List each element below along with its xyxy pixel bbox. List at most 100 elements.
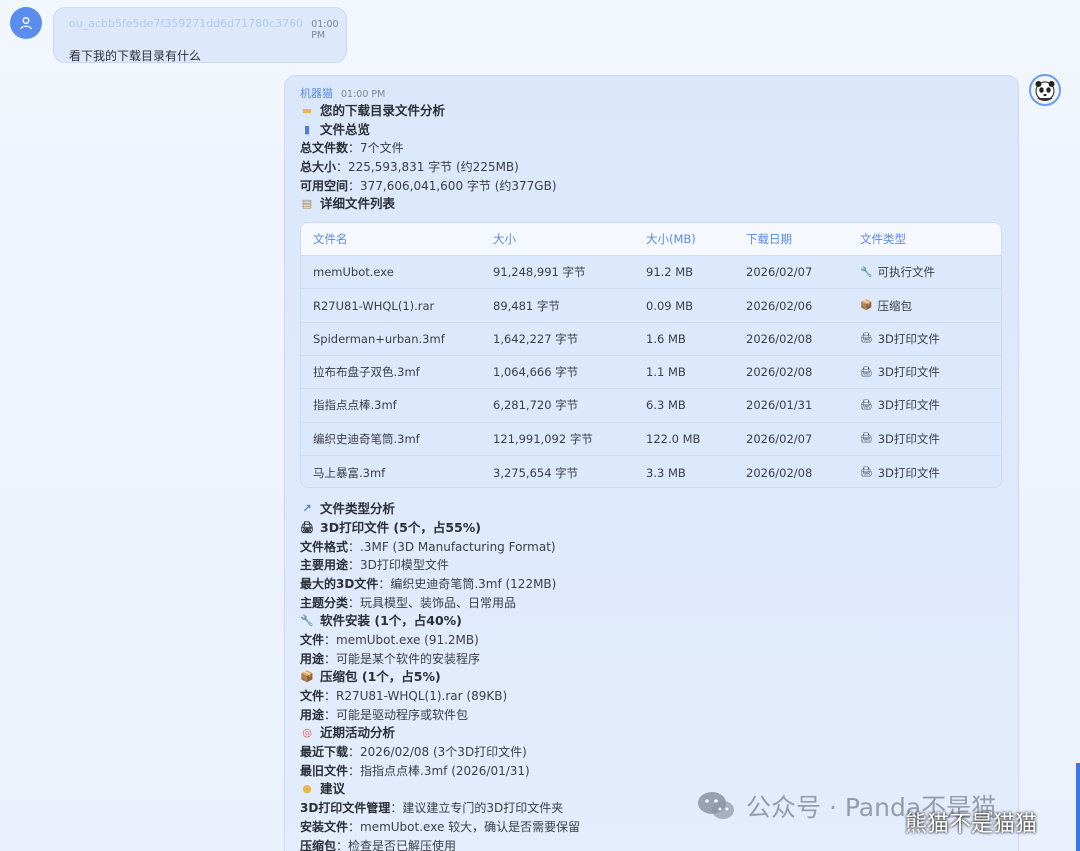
cell-size-mb: 0.09 MB [646,298,694,313]
cell-type: 🖨 3D打印文件 [860,465,940,480]
cell-date: 2026/02/07 [746,431,813,446]
cell-filename: 指指点点棒.3mf [313,398,397,413]
table-row: R27U81-WHQL(1).rar 89,481 字节 0.09 MB 202… [301,289,1001,323]
table-row: memUbot.exe 91,248,991 字节 91.2 MB 2026/0… [301,256,1001,290]
cell-type: 🔧 可执行文件 [860,265,935,280]
watermark-overlay: 熊猫不是猫猫 [905,812,1038,837]
cell-date: 2026/02/08 [746,365,813,380]
overview-item: 总大小 ：225,593,831 字节 (约225MB) [300,160,519,175]
wrench-icon: 🔧 [860,266,873,278]
table-row: 拉布布盘子双色.3mf 1,064,666 字节 1.1 MB 2026/02/… [301,356,1001,390]
print3d-item: 主题分类 ：玩具模型、装饰品、日常用品 [300,595,517,610]
analysis-title: ▬ 您的下载目录文件分析 [300,102,1002,121]
activity-heading: ◎ 近期活动分析 [300,724,1002,743]
print3d-item: 主要用途 ：3D打印模型文件 [300,558,449,573]
file-table: 文件名 大小 大小(MB) 下载日期 文件类型 memUbot.exe 91,2… [300,222,1002,489]
header-date[interactable]: 下载日期 [746,231,860,247]
header-filename[interactable]: 文件名 [301,231,493,247]
cell-filename: R27U81-WHQL(1).rar [313,298,435,313]
type-analysis-heading: ↗ 文件类型分析 [300,500,1002,519]
cell-type: 🖨 3D打印文件 [860,331,940,346]
cell-size: 89,481 字节 [493,298,560,313]
activity-item: 最近下载 ：2026/02/08 (3个3D打印文件) [300,745,527,760]
activity-item: 最旧文件 ：指指点点棒.3mf (2026/01/31) [300,763,530,778]
panda-icon [1035,81,1055,101]
cell-size: 121,991,092 字节 [493,431,593,446]
cell-filename: memUbot.exe [313,265,394,280]
cell-type: 🖨 3D打印文件 [860,431,940,446]
cell-size-mb: 91.2 MB [646,265,694,280]
cell-size: 6,281,720 字节 [493,398,579,413]
overview-item: 总文件数 ：7个文件 [300,141,404,156]
target-icon: ◎ [302,726,312,740]
cell-size: 1,064,666 字节 [493,365,579,380]
header-size[interactable]: 大小 [493,231,646,247]
cell-size-mb: 1.1 MB [646,365,686,380]
print3d-item: 最大的3D文件 ：编织史迪奇笔筒.3mf (122MB) [300,576,557,591]
cell-date: 2026/02/06 [746,298,813,313]
user-message-time: 01:00 PM [311,19,339,41]
clipboard-icon: ▤ [301,197,313,211]
software-item: 文件 ：memUbot.exe (91.2MB) [300,632,479,647]
cell-size: 1,642,227 字节 [493,331,579,346]
cell-date: 2026/02/07 [746,265,813,280]
printer-icon: 🖨 [860,467,873,479]
folder-icon: ▬ [301,104,313,117]
cell-size-mb: 3.3 MB [646,465,686,480]
overview-heading: ▮ 文件总览 [300,121,1002,140]
wrench-icon: 🔧 [300,614,314,628]
package-icon: 📦 [860,300,873,312]
bot-avatar[interactable] [1029,74,1061,106]
bot-message-time: 01:00 PM [341,89,386,100]
suggestion-item: 压缩包 ：检查是否已解压使用 [300,838,457,851]
user-message-bubble: ou_acbb5fe5de7f359271dd6d71780c3760 01:0… [53,7,347,63]
trend-chart-icon: ↗ [302,502,312,516]
scrollbar-thumb[interactable] [1076,763,1080,851]
cell-filename: 拉布布盘子双色.3mf [313,365,420,380]
overview-item: 可用空间 ：377,606,041,600 字节 (约377GB) [300,178,557,193]
cell-size-mb: 122.0 MB [646,431,701,446]
cell-type: 📦 压缩包 [860,298,912,313]
table-row: 指指点点棒.3mf 6,281,720 字节 6.3 MB 2026/01/31… [301,389,1001,423]
table-row: 马上暴富.3mf 3,275,654 字节 3.3 MB 2026/02/08 … [301,456,1001,487]
bar-chart-icon: ▮ [303,122,311,136]
list-heading: ▤ 详细文件列表 [300,195,1002,214]
header-size-mb[interactable]: 大小(MB) [646,231,746,247]
user-message-text: 看下我的下载目录有什么 [69,49,202,63]
cell-size: 91,248,991 字节 [493,265,586,280]
user-name: ou_acbb5fe5de7f359271dd6d71780c3760 [69,17,304,30]
user-avatar[interactable] [10,7,42,39]
cell-size-mb: 1.6 MB [646,331,686,346]
wechat-logo-icon [698,792,734,819]
cell-date: 2026/02/08 [746,465,813,480]
printer-icon: 🖨 [300,520,314,534]
archive-item: 用途 ：可能是驱动程序或软件包 [300,707,469,722]
table-row: Spiderman+urban.3mf 1,642,227 字节 1.6 MB … [301,323,1001,357]
person-icon [20,17,32,30]
cell-size: 3,275,654 字节 [493,465,579,480]
bot-message-bubble: 机器猫 01:00 PM ▬ 您的下载目录文件分析 ▮ 文件总览 总文件数 ：7个… [284,75,1019,851]
cell-filename: Spiderman+urban.3mf [313,331,445,346]
cell-type: 🖨 3D打印文件 [860,398,940,413]
cell-type: 🖨 3D打印文件 [860,365,940,380]
cell-filename: 马上暴富.3mf [313,465,386,480]
header-type[interactable]: 文件类型 [860,231,990,247]
lightbulb-icon: ● [302,782,312,796]
table-header: 文件名 大小 大小(MB) 下载日期 文件类型 [301,223,1001,257]
software-item: 用途 ：可能是某个软件的安装程序 [300,651,481,666]
printer-icon: 🖨 [860,333,873,345]
archive-heading: 📦 压缩包 (1个，占5%) [300,668,1002,687]
cell-date: 2026/01/31 [746,398,813,413]
bot-name: 机器猫 [300,87,333,100]
print3d-item: 文件格式 ：.3MF (3D Manufacturing Format) [300,539,556,554]
package-icon: 📦 [300,670,314,684]
cell-filename: 编织史迪奇笔筒.3mf [313,431,420,446]
printer-icon: 🖨 [860,366,873,378]
print3d-heading: 🖨 3D打印文件 (5个，占55%) [300,519,1002,538]
printer-icon: 🖨 [860,433,873,445]
archive-item: 文件 ：R27U81-WHQL(1).rar (89KB) [300,689,508,703]
table-row: 编织史迪奇笔筒.3mf 121,991,092 字节 122.0 MB 2026… [301,423,1001,456]
cell-size-mb: 6.3 MB [646,398,686,413]
printer-icon: 🖨 [860,399,873,411]
software-heading: 🔧 软件安装 (1个，占40%) [300,612,1002,631]
